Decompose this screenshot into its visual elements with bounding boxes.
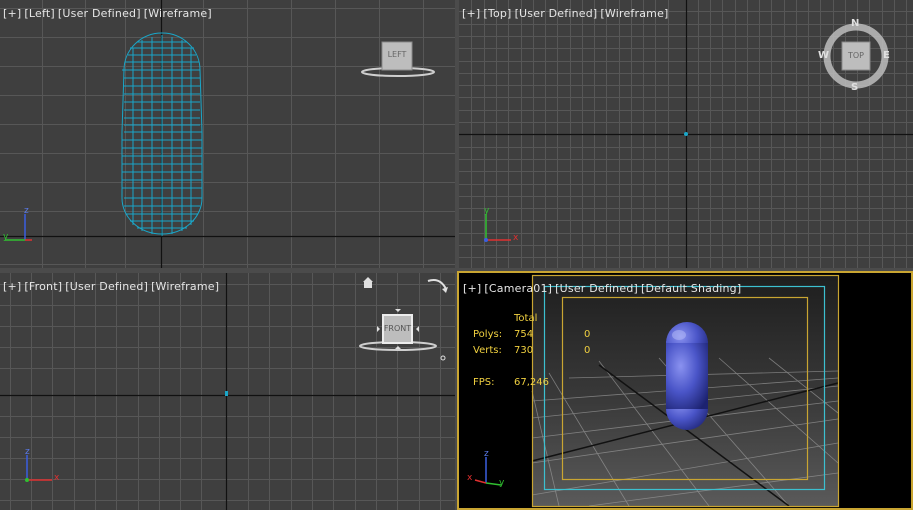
viewport-view-menu[interactable]: [Left]: [24, 7, 54, 20]
axis-label-x: x: [513, 233, 519, 243]
viewport-label-top[interactable]: [+] [Top] [User Defined] [Wireframe]: [462, 7, 672, 20]
viewport-mode-menu[interactable]: [User Defined]: [58, 7, 141, 20]
axis-label-z: z: [484, 449, 489, 459]
axis-label-y: y: [484, 206, 490, 216]
viewport-view-menu[interactable]: [Camera01]: [484, 282, 552, 295]
viewport-mode-menu[interactable]: [User Defined]: [555, 282, 638, 295]
viewcube-menu-icon[interactable]: [440, 355, 446, 361]
viewport-shading-menu[interactable]: [Wireframe]: [151, 280, 219, 293]
viewport-left[interactable]: LEFT z y [+] [Left] [User Defined] [Wirefra…: [0, 0, 455, 268]
left-grid: [0, 0, 455, 268]
axis-label-x: x: [467, 473, 473, 483]
capsule-shaded: [666, 322, 708, 430]
viewcube-label-top[interactable]: TOP: [842, 51, 870, 60]
axis-label-y: y: [499, 478, 505, 488]
stats-polys-total: 754: [514, 329, 534, 340]
top-grid: [459, 0, 913, 268]
viewport-menu-plus[interactable]: [+]: [463, 282, 481, 295]
stats-polys-label: Polys:: [473, 329, 503, 340]
axis-label-z: z: [24, 206, 29, 216]
viewport-label-camera[interactable]: [+] [Camera01] [User Defined] [Default Shad…: [463, 282, 744, 295]
viewport-menu-plus[interactable]: [+]: [3, 280, 21, 293]
viewport-view-menu[interactable]: [Top]: [483, 7, 511, 20]
rotate-icon[interactable]: [427, 279, 448, 293]
camera-scene: [474, 274, 840, 508]
viewport-mode-menu[interactable]: [User Defined]: [65, 280, 148, 293]
axis-tripod-camera: [474, 457, 502, 486]
viewport-shading-menu[interactable]: [Wireframe]: [600, 7, 668, 20]
compass-e: E: [883, 50, 890, 61]
axis-label-y: y: [3, 232, 9, 242]
viewport-shading-menu[interactable]: [Wireframe]: [144, 7, 212, 20]
stats-header: Total: [514, 313, 538, 324]
front-grid: [0, 273, 455, 510]
viewport-mode-menu[interactable]: [User Defined]: [515, 7, 598, 20]
stats-verts-selected: 0: [584, 345, 591, 356]
stats-fps-value: 67,246: [514, 377, 549, 388]
stats-fps-label: FPS:: [473, 377, 495, 388]
viewport-label-left[interactable]: [+] [Left] [User Defined] [Wireframe]: [3, 7, 215, 20]
stats-verts-label: Verts:: [473, 345, 502, 356]
compass-s: S: [851, 82, 859, 93]
axis-tripod-front: [25, 455, 52, 482]
capsule-wireframe-left: [121, 32, 203, 236]
compass-w: W: [818, 50, 830, 61]
viewport-view-menu[interactable]: [Front]: [24, 280, 62, 293]
axis-label-z: z: [25, 447, 30, 457]
viewport-menu-plus[interactable]: [+]: [462, 7, 480, 20]
stats-polys-selected: 0: [584, 329, 591, 340]
viewport-camera[interactable]: z x y Total Polys: 754 0 Verts: 730 0 FP…: [457, 271, 913, 510]
viewport-label-front[interactable]: [+] [Front] [User Defined] [Wireframe]: [3, 280, 222, 293]
stats-verts-total: 730: [514, 345, 534, 356]
home-icon[interactable]: [363, 277, 373, 288]
axis-tripod-top: [484, 214, 511, 242]
viewport-front[interactable]: FRONT z x [+] [Front] [User Defined] [Wiref…: [0, 273, 455, 510]
compass-n: N: [851, 18, 860, 29]
viewport-shading-menu[interactable]: [Default Shading]: [641, 282, 741, 295]
viewport-menu-plus[interactable]: [+]: [3, 7, 21, 20]
viewcube-label-left[interactable]: LEFT: [382, 50, 412, 59]
viewport-top[interactable]: TOP N E S W y x [+] [Top] [User Defined] [W…: [459, 0, 913, 268]
viewcube-label-front[interactable]: FRONT: [383, 324, 412, 333]
axis-label-x: x: [54, 473, 60, 483]
